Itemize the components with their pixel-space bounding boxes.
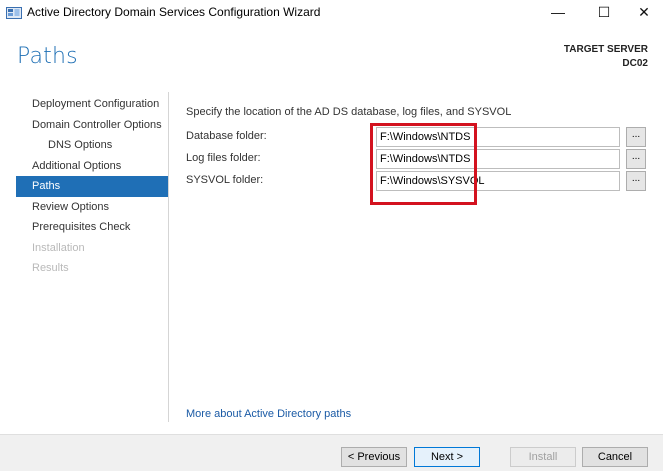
nav-domain-controller-options[interactable]: Domain Controller Options: [16, 115, 168, 136]
minimize-icon: —: [551, 4, 565, 20]
previous-button[interactable]: < Previous: [341, 447, 407, 467]
maximize-button[interactable]: ☐: [586, 0, 622, 24]
minimize-button[interactable]: —: [540, 0, 576, 24]
log-files-folder-row: Log files folder: F:\Windows\NTDS ...: [186, 149, 646, 169]
install-button: Install: [510, 447, 576, 467]
nav-paths[interactable]: Paths: [16, 176, 168, 197]
wizard-footer: < Previous Next > Install Cancel: [0, 434, 663, 471]
maximize-icon: ☐: [597, 3, 611, 20]
more-about-paths-link[interactable]: More about Active Directory paths: [186, 408, 351, 420]
title-bar: Active Directory Domain Services Configu…: [0, 0, 663, 24]
page-title: Paths: [17, 44, 78, 69]
nav-prerequisites-check[interactable]: Prerequisites Check: [16, 217, 168, 238]
close-icon: ✕: [638, 3, 650, 20]
target-server-name: DC02: [622, 58, 648, 69]
sidebar-divider: [168, 92, 169, 422]
log-files-folder-label: Log files folder:: [186, 152, 261, 164]
sysvol-folder-browse-button[interactable]: ...: [626, 171, 646, 191]
window-title: Active Directory Domain Services Configu…: [27, 5, 321, 19]
nav-installation: Installation: [32, 241, 85, 254]
sysvol-folder-input[interactable]: F:\Windows\SYSVOL: [376, 171, 620, 191]
nav-additional-options[interactable]: Additional Options: [16, 156, 168, 177]
paths-instructions: Specify the location of the AD DS databa…: [186, 106, 512, 118]
log-files-folder-input[interactable]: F:\Windows\NTDS: [376, 149, 620, 169]
database-folder-input[interactable]: F:\Windows\NTDS: [376, 127, 620, 147]
nav-results: Results: [32, 262, 69, 274]
sysvol-folder-label: SYSVOL folder:: [186, 174, 264, 186]
wizard-navigation: Deployment Configuration Domain Controll…: [16, 94, 168, 279]
cancel-button[interactable]: Cancel: [582, 447, 648, 467]
sysvol-folder-row: SYSVOL folder: F:\Windows\SYSVOL ...: [186, 171, 646, 191]
nav-review-options[interactable]: Review Options: [16, 197, 168, 218]
database-folder-label: Database folder:: [186, 130, 267, 142]
server-manager-icon: [6, 7, 22, 19]
log-files-folder-browse-button[interactable]: ...: [626, 149, 646, 169]
target-server-label: TARGET SERVER: [563, 44, 648, 55]
nav-deployment-configuration[interactable]: Deployment Configuration: [16, 94, 168, 115]
close-button[interactable]: ✕: [626, 0, 662, 24]
database-folder-row: Database folder: F:\Windows\NTDS ...: [186, 127, 646, 147]
database-folder-browse-button[interactable]: ...: [626, 127, 646, 147]
next-button[interactable]: Next >: [414, 447, 480, 467]
nav-dns-options[interactable]: DNS Options: [16, 135, 168, 156]
